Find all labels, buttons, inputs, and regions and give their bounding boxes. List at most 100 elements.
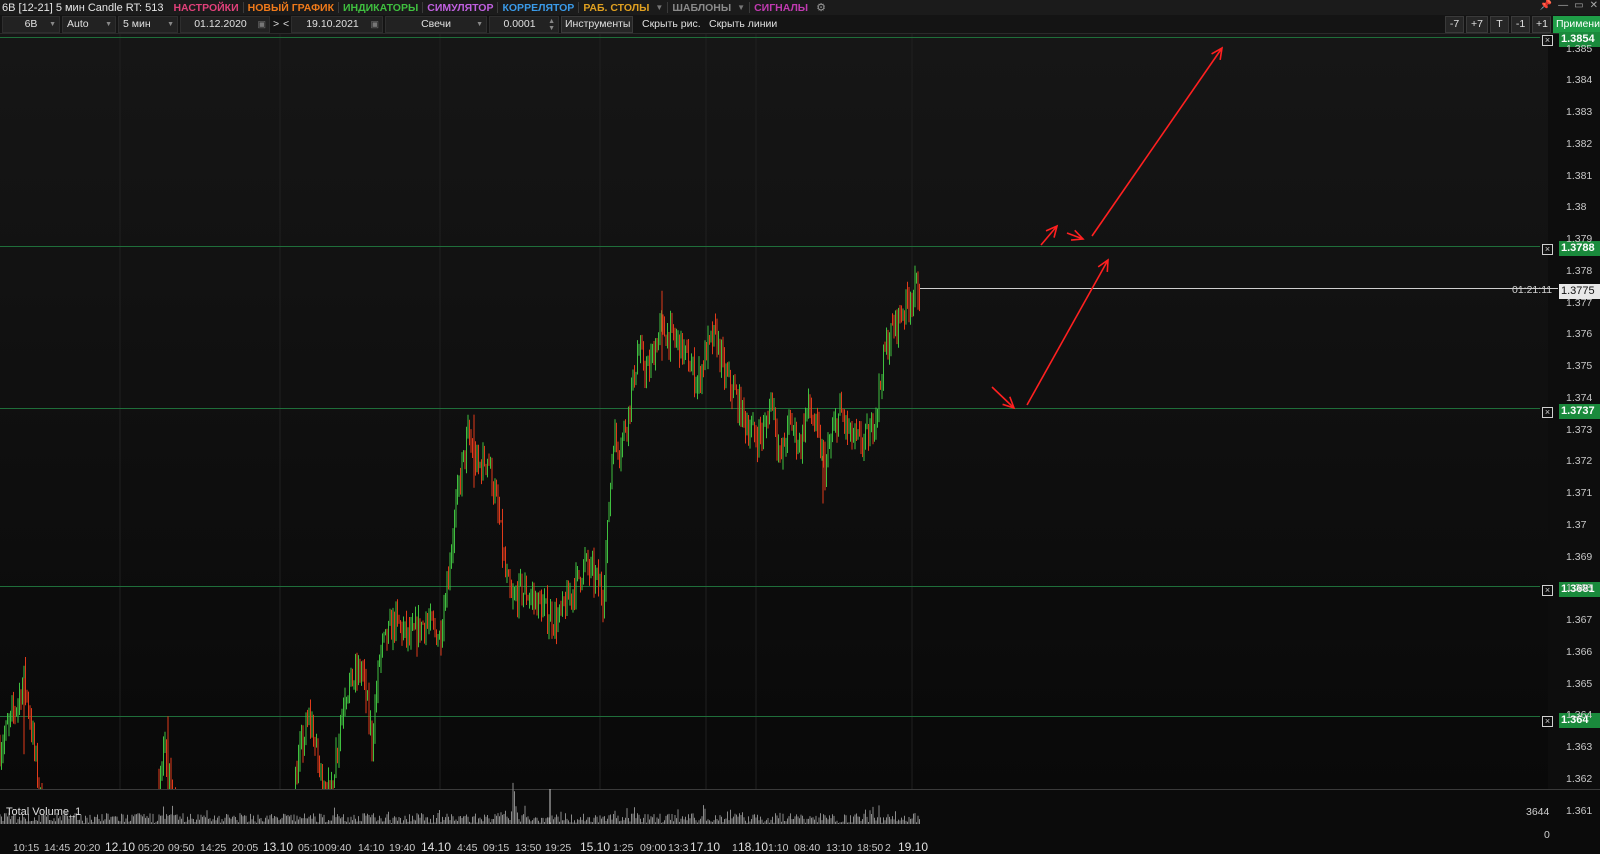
zoom-minus-7-button[interactable]: -7 — [1445, 16, 1464, 33]
time-axis-tick-label: 10:15 — [13, 842, 40, 854]
time-axis-tick-label: 09:15 — [483, 842, 510, 854]
time-axis-day-label: 12.10 — [105, 840, 136, 854]
chart-title: 6B [12-21] 5 мин Candle RT: 513 — [2, 1, 164, 14]
chevron-down-icon: ▼ — [49, 21, 56, 28]
remove-level-3-icon[interactable]: × — [1542, 407, 1553, 418]
time-axis-tick-label: 13:10 — [826, 842, 853, 854]
price-tick-label: 1.38 — [1566, 201, 1587, 214]
price-tick-label: 1.361 — [1566, 804, 1593, 817]
chart-type-select[interactable]: Свечи ▼ — [385, 16, 487, 33]
minimize-icon[interactable]: — — [1558, 0, 1568, 11]
time-axis-tick-label: 05:10 — [298, 842, 325, 854]
remove-level-4-icon[interactable]: × — [1542, 585, 1553, 596]
menu-item-3[interactable]: СИМУЛЯТОР — [423, 2, 497, 14]
calendar-icon[interactable]: ▣ — [257, 17, 266, 32]
zoom-minus-1-button[interactable]: -1 — [1511, 16, 1530, 33]
chevron-down-icon: ▼ — [167, 21, 174, 28]
time-axis-day-label: 18.10 — [738, 840, 769, 854]
volume-max-label: 3644 — [1526, 806, 1550, 818]
remove-level-1-icon[interactable]: × — [1542, 35, 1553, 46]
menu-item-7[interactable]: СИГНАЛЫ — [750, 2, 812, 14]
pin-icon[interactable]: 📌 — [1540, 0, 1552, 11]
price-tick-label: 1.371 — [1566, 487, 1593, 499]
menu-item-4[interactable]: КОРРЕЛЯТОР — [498, 2, 578, 14]
price-tick-label: 1.369 — [1566, 550, 1593, 563]
window-controls: 📌 — ▭ ✕ — [1540, 0, 1598, 11]
main-menu: НАСТРОЙКИ НОВЫЙ ГРАФИК ИНДИКАТОРЫ СИМУЛЯТОР… — [169, 2, 812, 14]
time-axis-tick-label: 20:20 — [74, 842, 101, 854]
scale-value: Auto — [67, 18, 89, 30]
price-tick-label: 1.385 — [1566, 42, 1593, 55]
chevron-down-icon: ▼ — [105, 21, 112, 28]
date-from-value: 01.12.2020 — [194, 18, 247, 30]
time-axis-day-label: 14.10 — [421, 840, 452, 854]
price-chart[interactable] — [0, 34, 1600, 854]
date-from-input[interactable]: 01.12.2020 ▣ — [180, 16, 270, 33]
time-axis-tick-label: 14:10 — [358, 842, 385, 854]
symbol-select[interactable]: 6B ▼ — [2, 16, 60, 33]
calendar-icon[interactable]: ▣ — [370, 17, 379, 32]
date-to-input[interactable]: 19.10.2021 ▣ — [291, 16, 383, 33]
close-window-icon[interactable]: ✕ — [1590, 0, 1598, 11]
time-axis-day-label: 19.10 — [898, 840, 929, 854]
price-tick-label: 1.373 — [1566, 423, 1593, 436]
time-axis-tick-label: 19:40 — [389, 842, 416, 854]
chevron-down-icon[interactable]: ▼ — [735, 3, 749, 12]
time-axis-tick-label: 20:05 — [232, 842, 259, 854]
next-button[interactable]: > — [273, 16, 279, 33]
apply-button[interactable]: Применить — [1553, 16, 1600, 33]
prev-button[interactable]: < — [283, 16, 289, 33]
time-axis-tick-label: 1:25 — [613, 842, 634, 854]
tick-size-value: 0.0001 — [503, 18, 536, 30]
time-axis-tick-label: 14:25 — [200, 842, 227, 854]
tick-size-stepper[interactable]: 0.0001 ▲ ▼ — [489, 16, 559, 33]
time-axis-tick-label: 05:20 — [138, 842, 165, 854]
price-tick-label: 1.377 — [1566, 296, 1593, 309]
level-badge-3: 1.3737 — [1559, 404, 1600, 419]
price-tick-label: 1.366 — [1566, 645, 1593, 658]
time-axis-tick-label: 13:50 — [515, 842, 542, 854]
zoom-plus-7-button[interactable]: +7 — [1466, 16, 1488, 33]
toolbar: 6B ▼ Auto ▼ 5 мин ▼ 01.12.2020 ▣ > < 19.10.2… — [0, 15, 1600, 34]
remove-level-5-icon[interactable]: × — [1542, 716, 1553, 727]
price-tick-label: 1.367 — [1566, 614, 1593, 626]
time-axis-tick-label: 1 — [732, 842, 738, 854]
price-tick-label: 1.382 — [1566, 137, 1593, 150]
maximize-icon[interactable]: ▭ — [1574, 0, 1583, 11]
chart-area[interactable]: 1.3854 × 1.3788 × 1.3737 × 1.3681 × 1.36… — [0, 32, 1600, 854]
volume-panel-label: Total Volume_1 — [6, 806, 82, 818]
time-axis-tick-label: 14:45 — [44, 842, 71, 854]
menu-item-5[interactable]: РАБ. СТОЛЫ — [579, 2, 653, 14]
menu-bar: 6B [12-21] 5 мин Candle RT: 513 НАСТРОЙК… — [0, 0, 1600, 15]
tools-button[interactable]: Инструменты — [561, 16, 633, 33]
menu-item-0[interactable]: НАСТРОЙКИ — [169, 2, 242, 14]
price-tick-label: 1.376 — [1566, 328, 1593, 341]
hide-drawings-button[interactable]: Скрыть рис. — [642, 16, 701, 33]
chart-type-value: Свечи — [421, 18, 451, 30]
stepper-arrows-icon[interactable]: ▲ ▼ — [548, 18, 555, 32]
price-tick-label: 1.379 — [1566, 233, 1593, 245]
menu-item-2[interactable]: ИНДИКАТОРЫ — [339, 2, 422, 14]
time-axis-tick-label: 1:10 — [768, 842, 789, 854]
zoom-t-button[interactable]: T — [1490, 16, 1509, 33]
menu-item-1[interactable]: НОВЫЙ ГРАФИК — [244, 2, 338, 14]
chevron-down-icon[interactable]: ▼ — [653, 3, 667, 12]
remove-level-2-icon[interactable]: × — [1542, 244, 1553, 255]
time-axis-tick-label: 09:50 — [168, 842, 195, 854]
symbol-value: 6B — [24, 18, 38, 30]
price-tick-label: 1.374 — [1566, 391, 1593, 404]
scale-select[interactable]: Auto ▼ — [62, 16, 116, 33]
price-tick-label: 1.383 — [1566, 106, 1593, 118]
zoom-plus-1-button[interactable]: +1 — [1532, 16, 1551, 33]
price-tick-label: 1.375 — [1566, 360, 1593, 372]
time-axis-tick-label: 2 — [885, 842, 891, 854]
time-axis-tick-label: 08:40 — [794, 842, 821, 854]
candle-timer: 01:21:11 — [1512, 284, 1553, 296]
time-axis-tick-label: 09:40 — [325, 842, 352, 854]
settings-gear-icon[interactable]: ⚙ — [812, 1, 830, 14]
timeframe-select[interactable]: 5 мин ▼ — [118, 16, 178, 33]
menu-item-6[interactable]: ШАБЛОНЫ — [668, 2, 735, 14]
hide-lines-button[interactable]: Скрыть линии — [709, 16, 777, 33]
timeframe-value: 5 мин — [123, 18, 151, 30]
volume-min-label: 0 — [1544, 829, 1550, 841]
